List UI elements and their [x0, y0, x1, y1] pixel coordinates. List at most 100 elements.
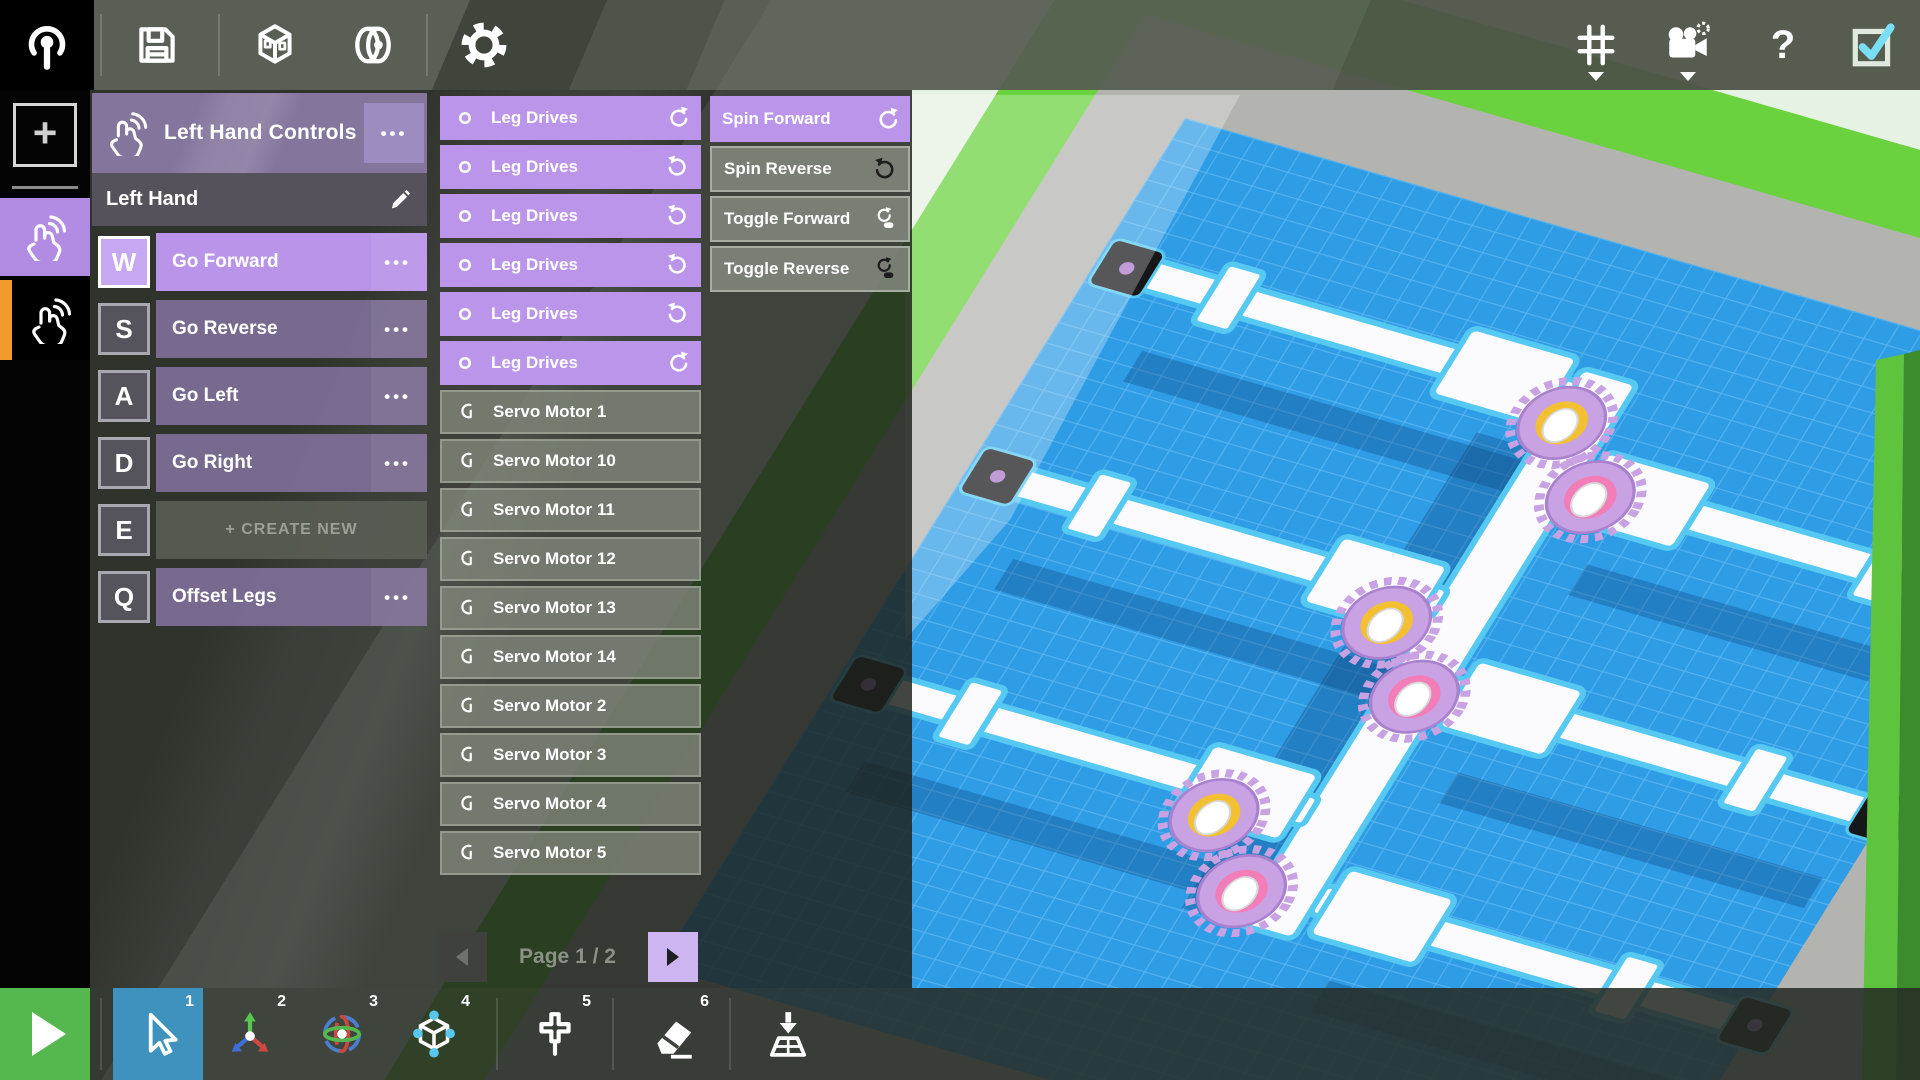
output-servo-motor[interactable]: Servo Motor 2 — [440, 684, 701, 728]
keycap-a[interactable]: A — [98, 370, 150, 422]
output-leg-drives-6[interactable]: Leg Drives — [440, 341, 701, 385]
row-menu-ellipsis-icon[interactable]: ••• — [384, 254, 411, 271]
output-leg-drives-2[interactable]: Leg Drives — [440, 145, 701, 189]
output-servo-motor[interactable]: Servo Motor 3 — [440, 733, 701, 777]
output-servo-motor[interactable]: Servo Motor 12 — [440, 537, 701, 581]
output-servo-motor[interactable]: Servo Motor 14 — [440, 635, 701, 679]
edit-pencil-icon[interactable] — [387, 187, 413, 213]
camera-dropdown-caret[interactable] — [1680, 72, 1696, 81]
save-button[interactable] — [112, 0, 202, 90]
spin-cw-icon — [665, 350, 691, 376]
bindings-panel-title: Left Hand Controls — [164, 121, 357, 145]
row-menu-ellipsis-icon[interactable]: ••• — [384, 589, 411, 606]
spin-ccw-icon — [665, 154, 691, 180]
help-button[interactable]: ? — [1738, 0, 1828, 90]
keybind-row-go-left[interactable]: A Go Left ••• — [92, 367, 427, 425]
transmitter-button-active[interactable] — [0, 0, 94, 90]
toolbar-divider — [496, 998, 498, 1070]
keybind-row-go-right[interactable]: D Go Right ••• — [92, 434, 427, 492]
row-menu-ellipsis-icon[interactable]: ••• — [384, 455, 411, 472]
select-cursor-icon — [133, 1009, 183, 1059]
output-leg-drives-4[interactable]: Leg Drives — [440, 243, 701, 287]
transmitter-icon — [20, 18, 74, 72]
output-leg-drives-1[interactable]: Leg Drives — [440, 96, 701, 140]
page-indicator: Page 1 / 2 — [487, 932, 648, 982]
action-spin-forward[interactable]: Spin Forward — [710, 96, 910, 142]
spin-ccw-icon — [665, 252, 691, 278]
keycap-e[interactable]: E — [98, 504, 150, 556]
control-group-tab[interactable] — [0, 280, 90, 360]
row-menu-ellipsis-icon[interactable]: ••• — [384, 321, 411, 338]
ring-icon — [453, 253, 477, 277]
keybind-row-go-reverse[interactable]: S Go Reverse ••• — [92, 300, 427, 358]
output-leg-drives-5[interactable]: Leg Drives — [440, 292, 701, 336]
top-menu-bar: ? — [0, 0, 1920, 90]
blocks-button[interactable] — [230, 0, 320, 90]
control-group-tab-active[interactable] — [0, 198, 90, 276]
bindings-menu-button[interactable]: ••• — [364, 103, 424, 163]
erase-icon — [648, 1009, 698, 1059]
binding-label: Offset Legs — [172, 586, 277, 608]
grid-snap-dropdown-caret[interactable] — [1588, 72, 1604, 81]
ring-icon — [453, 302, 477, 326]
action-toggle-forward[interactable]: Toggle Forward — [710, 196, 910, 242]
keycap-q[interactable]: Q — [98, 571, 150, 623]
save-icon — [132, 20, 182, 70]
page-prev-button[interactable] — [437, 932, 487, 982]
binding-label: Go Forward — [172, 251, 279, 273]
hand-tap-icon — [21, 213, 69, 261]
tool-bounds[interactable]: 4 — [389, 988, 479, 1080]
tool-erase[interactable]: 6 — [628, 988, 718, 1080]
play-icon — [32, 1012, 66, 1056]
toolbar-divider — [426, 14, 428, 76]
servo-icon — [455, 547, 479, 571]
nudge-icon — [530, 1009, 580, 1059]
output-leg-drives-3[interactable]: Leg Drives — [440, 194, 701, 238]
ring-icon — [453, 155, 477, 179]
keycap-s[interactable]: S — [98, 303, 150, 355]
add-control-group-button[interactable]: + — [13, 103, 77, 167]
create-new-label: + CREATE NEW — [225, 521, 357, 539]
wheels-button[interactable] — [328, 0, 418, 90]
output-servo-motor[interactable]: Servo Motor 1 — [440, 390, 701, 434]
keybind-row-create-new[interactable]: E + CREATE NEW — [92, 501, 427, 559]
control-set-name-field[interactable]: Left Hand — [92, 173, 427, 226]
output-servo-motor[interactable]: Servo Motor 5 — [440, 831, 701, 875]
row-menu-ellipsis-icon[interactable]: ••• — [384, 388, 411, 405]
servo-icon — [455, 596, 479, 620]
tool-rotate[interactable]: 3 — [297, 988, 387, 1080]
servo-icon — [455, 694, 479, 718]
servo-icon — [455, 743, 479, 767]
output-servo-motor[interactable]: Servo Motor 10 — [440, 439, 701, 483]
validate-button[interactable] — [1828, 0, 1918, 90]
binding-label: Go Reverse — [172, 318, 278, 340]
tool-move[interactable]: 2 — [205, 988, 295, 1080]
keybind-row-go-forward[interactable]: W Go Forward ••• — [92, 233, 427, 291]
output-servo-motor[interactable]: Servo Motor 11 — [440, 488, 701, 532]
action-toggle-reverse[interactable]: Toggle Reverse — [710, 246, 910, 292]
edit-tools-toolbar: 1 2 3 4 5 6 — [0, 988, 1920, 1080]
tool-select[interactable]: 1 — [113, 988, 203, 1080]
keycap-w[interactable]: W — [98, 236, 150, 288]
servo-icon — [455, 841, 479, 865]
keycap-d[interactable]: D — [98, 437, 150, 489]
servo-icon — [455, 792, 479, 816]
keybind-row-offset-legs[interactable]: Q Offset Legs ••• — [92, 568, 427, 626]
play-button[interactable] — [0, 988, 90, 1080]
rotate-icon — [317, 1009, 367, 1059]
control-groups-sidebar: + — [0, 90, 90, 988]
tool-flatten[interactable] — [743, 988, 833, 1080]
help-icon: ? — [1771, 23, 1795, 68]
prev-arrow-icon — [456, 948, 468, 966]
binding-label: Go Right — [172, 452, 252, 474]
ring-icon — [453, 106, 477, 130]
output-servo-motor[interactable]: Servo Motor 13 — [440, 586, 701, 630]
output-servo-motor[interactable]: Servo Motor 4 — [440, 782, 701, 826]
tool-nudge[interactable]: 5 — [510, 988, 600, 1080]
page-next-button[interactable] — [648, 932, 698, 982]
action-spin-reverse[interactable]: Spin Reverse — [710, 146, 910, 192]
trailmakers-builder-screen: ? + Left Hand Controls ••• Left Hand W G… — [0, 0, 1920, 1080]
settings-button[interactable] — [439, 0, 529, 90]
binding-label: Go Left — [172, 385, 239, 407]
spin-ccw-icon — [665, 301, 691, 327]
